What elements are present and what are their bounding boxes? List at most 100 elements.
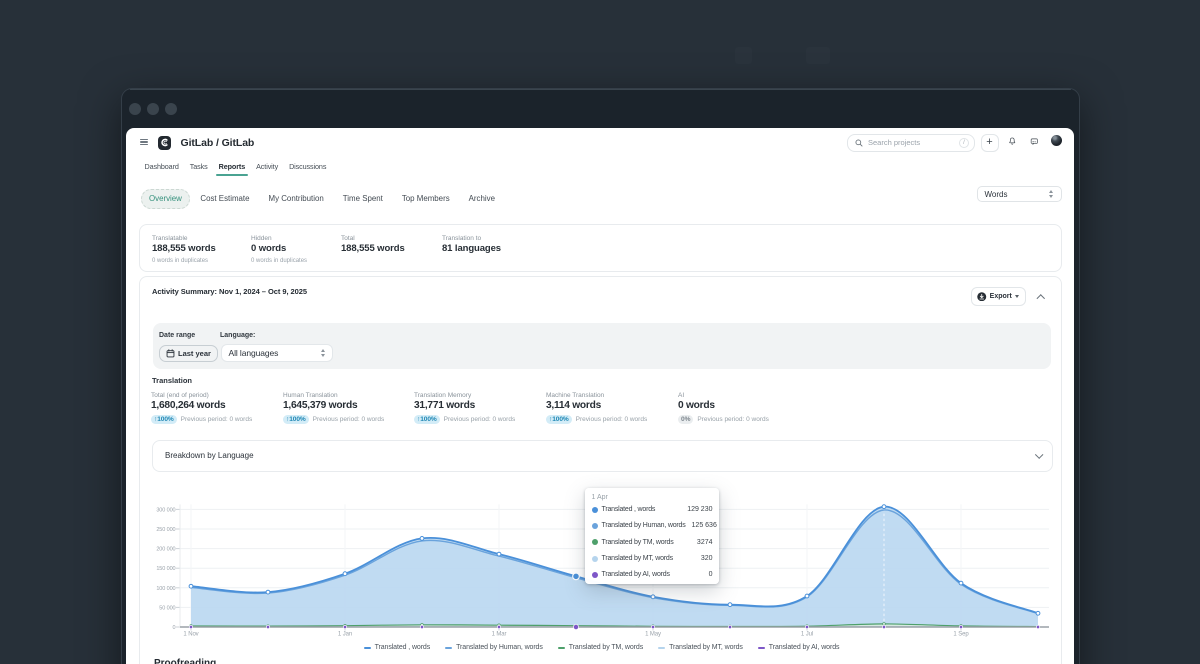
select-arrows-icon [1049, 190, 1054, 198]
stat-total: Total 188,555 words [341, 235, 405, 254]
svg-text:100 000: 100 000 [156, 586, 175, 592]
legend-item[interactable]: Translated by TM, words [558, 644, 643, 651]
page-title: GitLab / GitLab [181, 137, 255, 149]
series-dot [592, 523, 598, 529]
translation-stat-ai: AI 0 words 0%Previous period: 0 words [678, 392, 769, 424]
subtab-time-spent[interactable]: Time Spent [333, 194, 392, 203]
window-control-dot[interactable] [165, 103, 177, 115]
legend-item[interactable]: Translated by AI, words [758, 644, 840, 651]
legend-item[interactable]: Translated , words [364, 644, 431, 651]
svg-text:250 000: 250 000 [156, 527, 175, 533]
nav-tab-reports[interactable]: Reports [219, 162, 245, 176]
svg-text:1 Mar: 1 Mar [492, 632, 507, 638]
window-control-dot[interactable] [129, 103, 141, 115]
chart-tooltip: 1 Apr Translated , words 129 230 Transla… [585, 488, 719, 584]
svg-text:0: 0 [173, 625, 176, 631]
series-dot [592, 556, 598, 562]
notifications-bell-icon[interactable] [1008, 136, 1017, 146]
subtab-archive[interactable]: Archive [459, 194, 504, 203]
chart-legend: Translated , words Translated by Human, … [140, 644, 1063, 651]
tooltip-row: Translated by MT, words 320 [592, 550, 713, 566]
nav-tab-discussions[interactable]: Discussions [289, 162, 326, 176]
translation-stat-total: Total (end of period) 1,680,264 words ↑1… [151, 392, 252, 424]
svg-text:1 Jul: 1 Jul [801, 632, 813, 638]
legend-item[interactable]: Translated by MT, words [658, 644, 743, 651]
project-logo[interactable] [158, 136, 172, 150]
main-nav-tabs: Dashboard Tasks Reports Activity Discuss… [145, 162, 327, 176]
series-dot [592, 539, 598, 545]
subtab-cost-estimate[interactable]: Cost Estimate [191, 194, 259, 203]
unit-select-value: Words [985, 190, 1049, 199]
chevron-down-icon [1035, 450, 1043, 458]
stat-translation-to: Translation to 81 languages [442, 235, 501, 254]
trend-badge: ↑100% [414, 415, 440, 425]
search-input[interactable]: Search projects / [847, 134, 975, 152]
nav-tab-activity[interactable]: Activity [256, 162, 278, 176]
svg-text:1 May: 1 May [645, 632, 661, 638]
series-dot [592, 507, 598, 513]
activity-summary-title: Activity Summary: Nov 1, 2024 – Oct 9, 2… [152, 287, 307, 296]
window-control-dot[interactable] [147, 103, 159, 115]
date-range-label: Date range [159, 332, 195, 339]
subtab-overview[interactable]: Overview [141, 189, 190, 209]
calendar-icon [166, 349, 175, 358]
translation-stat-tm: Translation Memory 31,771 words ↑100%Pre… [414, 392, 515, 424]
legend-item[interactable]: Translated by Human, words [445, 644, 543, 651]
date-range-button[interactable]: Last year [159, 345, 218, 362]
stat-hidden: Hidden 0 words 0 words in duplicates [251, 235, 307, 265]
legend-dash-icon [658, 647, 665, 649]
export-caret-icon [1015, 295, 1019, 298]
series-dot [592, 572, 598, 578]
tooltip-row: Translated by AI, words 0 [592, 567, 713, 583]
legend-dash-icon [758, 647, 765, 649]
translation-section-label: Translation [152, 376, 192, 385]
language-select[interactable]: All languages [221, 344, 333, 362]
legend-dash-icon [445, 647, 452, 649]
legend-dash-icon [364, 647, 371, 649]
search-shortcut-hint: / [959, 138, 969, 148]
project-stats-card: Translatable 188,555 words 0 words in du… [139, 224, 1062, 272]
collapse-section-button[interactable] [1034, 290, 1048, 304]
subtab-my-contribution[interactable]: My Contribution [259, 194, 333, 203]
add-button[interactable]: + [981, 134, 999, 152]
svg-text:200 000: 200 000 [156, 547, 175, 553]
background-window-artifact [806, 47, 830, 64]
search-icon [855, 139, 863, 147]
stat-translatable: Translatable 188,555 words 0 words in du… [152, 235, 216, 265]
svg-text:1 Jan: 1 Jan [338, 632, 352, 638]
report-subtabs: Overview Cost Estimate My Contribution T… [141, 189, 504, 209]
svg-text:150 000: 150 000 [156, 566, 175, 572]
nav-tab-dashboard[interactable]: Dashboard [145, 162, 179, 176]
subtab-top-members[interactable]: Top Members [392, 194, 459, 203]
proofreading-section-title: Proofreading [154, 658, 216, 664]
trend-badge: ↑100% [546, 415, 572, 425]
legend-dash-icon [558, 647, 565, 649]
tooltip-row: Translated by Human, words 125 636 [592, 518, 713, 534]
breakdown-by-language-toggle[interactable]: Breakdown by Language [152, 440, 1053, 472]
activity-summary-card: Activity Summary: Nov 1, 2024 – Oct 9, 2… [139, 276, 1062, 664]
background-window-artifact [735, 47, 752, 64]
trend-badge: ↑100% [151, 415, 177, 425]
export-button[interactable]: Export [971, 287, 1026, 306]
language-label: Language: [220, 332, 255, 339]
search-placeholder: Search projects [868, 138, 959, 147]
app-content-panel: GitLab / GitLab Search projects / + Dash… [126, 128, 1074, 664]
hamburger-menu-icon[interactable] [140, 139, 148, 145]
translation-stat-human: Human Translation 1,645,379 words ↑100%P… [283, 392, 384, 424]
tooltip-row: Translated , words 129 230 [592, 502, 713, 518]
export-download-icon [977, 292, 987, 302]
nav-tab-tasks[interactable]: Tasks [190, 162, 208, 176]
activity-chart: 0 50 000 100 000 150 000 200 000 250 000 300 0… [140, 484, 1063, 659]
user-avatar[interactable] [1051, 135, 1062, 146]
svg-text:1 Sep: 1 Sep [953, 632, 969, 638]
svg-text:50 000: 50 000 [159, 605, 175, 611]
gitlab-logo-icon [160, 138, 169, 147]
translation-stat-mt: Machine Translation 3,114 words ↑100%Pre… [546, 392, 647, 424]
svg-text:300 000: 300 000 [156, 507, 175, 513]
feedback-chat-icon[interactable] [1030, 137, 1039, 146]
trend-badge: ↑100% [283, 415, 309, 425]
unit-select[interactable]: Words [977, 186, 1062, 202]
tooltip-row: Translated by TM, words 3274 [592, 534, 713, 550]
svg-text:1 Nov: 1 Nov [183, 632, 198, 638]
trend-badge: 0% [678, 415, 693, 425]
